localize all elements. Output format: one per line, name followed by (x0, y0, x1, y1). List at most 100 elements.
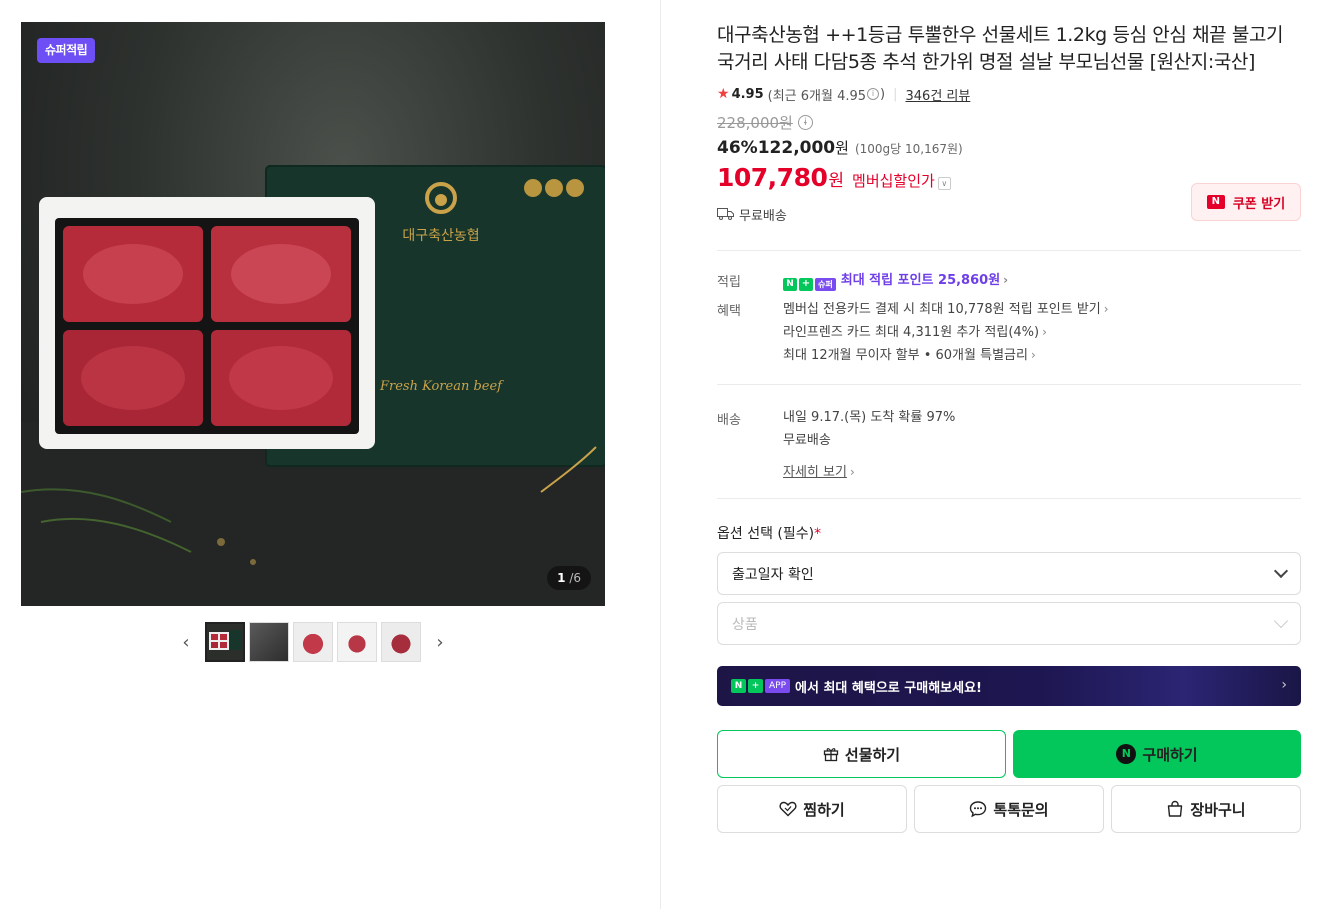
app-promo-banner[interactable]: N + APP 에서 최대 혜택으로 구매해보세요! › (717, 666, 1301, 706)
chevron-right-icon: › (849, 465, 855, 479)
heart-icon (779, 801, 797, 817)
delivery-detail-link[interactable]: 자세히 보기 (783, 465, 847, 480)
perk-item[interactable]: 멤버십 전용카드 결제 시 최대 10,778원 적립 포인트 받기 › (783, 300, 1301, 323)
wish-label: 찜하기 (803, 800, 845, 819)
review-count-link[interactable]: 346건 리뷰 (906, 85, 971, 104)
image-counter-total: /6 (569, 571, 581, 585)
thumbnail-2[interactable] (249, 622, 289, 662)
original-price-row: 228,000원 i (717, 112, 1301, 132)
box-brand-text: 대구축산농협 (402, 228, 479, 244)
divider (717, 250, 1301, 251)
image-counter: 1 /6 (547, 566, 591, 590)
app-banner-text: 에서 최대 혜택으로 구매해보세요! (795, 680, 982, 696)
original-price: 228,000원 (717, 113, 793, 132)
main-product-image[interactable]: 대구축산농협 Fresh Korean beef 슈퍼적립 1 /6 (21, 22, 605, 606)
primary-actions: 선물하기 N 구매하기 (717, 730, 1301, 778)
member-price: 107,780 (717, 163, 828, 192)
unit-price: (100g당 10,167원) (854, 142, 963, 156)
star-icon: ★ (717, 86, 730, 102)
rating-score: 4.95 (731, 86, 764, 102)
info-icon[interactable]: i (867, 88, 880, 100)
discount-rate: 46% (717, 138, 758, 158)
rating-row: ★ 4.95 (최근 6개월 4.95 i ) | 346건 리뷰 (717, 84, 1301, 104)
super-points-badge: 슈퍼적립 (37, 38, 96, 63)
thumbnail-1-image (209, 630, 242, 650)
buy-button[interactable]: N 구매하기 (1013, 730, 1301, 778)
chevron-down-icon[interactable]: ∨ (937, 177, 951, 190)
delivery-fee: 무료배송 (783, 433, 831, 448)
perk-text: 라인프렌즈 카드 최대 4,311원 추가 적립(4%) (783, 325, 1040, 340)
required-mark: * (814, 526, 822, 542)
thumbs-prev-button[interactable]: ‹ (171, 622, 201, 662)
plus-badge: + (748, 679, 763, 693)
chevron-down-icon (1273, 613, 1289, 628)
naver-pay-icon: N (1116, 744, 1137, 764)
release-date-select[interactable]: 출고일자 확인 (717, 552, 1301, 595)
gift-set-photo: 대구축산농협 Fresh Korean beef (21, 165, 605, 606)
product-select-placeholder: 상품 (732, 616, 758, 633)
chevron-down-icon (1273, 563, 1289, 578)
points-text: 최대 적립 포인트 25,860원 (840, 273, 1001, 288)
price-info-icon[interactable]: i (797, 114, 813, 130)
talk-label: 톡톡문의 (993, 800, 1049, 819)
product-gallery: 대구축산농협 Fresh Korean beef 슈퍼적립 1 /6 ‹ › (21, 22, 605, 662)
secondary-actions: 찜하기 톡톡문의 장바구니 (717, 785, 1301, 833)
app-badge: APP (765, 679, 791, 693)
points-link[interactable]: N + 슈퍼 최대 적립 포인트 25,860원 › (783, 271, 1301, 294)
delivery-arrival: 내일 9.17.(목) 도착 확률 97% (783, 410, 956, 425)
wish-button[interactable]: 찜하기 (717, 785, 907, 833)
member-price-label: 멤버십할인가 (852, 172, 935, 190)
sale-price-row: 46% 122,000 원 (100g당 10,167원) (717, 137, 1301, 159)
thumbnail-4[interactable] (337, 622, 377, 662)
recent-rating: (최근 6개월 4.95 (767, 88, 867, 104)
product-select[interactable]: 상품 (717, 602, 1301, 645)
separator: | (893, 86, 898, 102)
cart-button[interactable]: 장바구니 (1111, 785, 1301, 833)
gift-label: 선물하기 (844, 745, 901, 764)
perks-section: 혜택 멤버십 전용카드 결제 시 최대 10,778원 적립 포인트 받기 › 라… (717, 300, 1301, 369)
thumbnail-strip: ‹ › (21, 622, 605, 662)
buy-label: 구매하기 (1142, 745, 1198, 764)
coupon-button[interactable]: N 쿠폰 받기 (1191, 183, 1301, 221)
perk-text: 최대 12개월 무이자 할부 • 60개월 특별금리 (783, 348, 1028, 363)
sale-price: 122,000 (757, 138, 836, 158)
perks-label: 혜택 (717, 304, 741, 319)
plus-badge: + (799, 278, 813, 291)
perk-item[interactable]: 최대 12개월 무이자 할부 • 60개월 특별금리 › (783, 346, 1301, 369)
naver-plus-super-badge: N + 슈퍼 (783, 278, 836, 291)
chevron-right-icon: › (436, 631, 444, 653)
talk-inquiry-button[interactable]: 톡톡문의 (914, 785, 1104, 833)
truck-icon (717, 208, 734, 220)
shipping-text: 무료배송 (739, 208, 787, 224)
perk-text: 멤버십 전용카드 결제 시 최대 10,778원 적립 포인트 받기 (783, 302, 1101, 317)
perk-item[interactable]: 라인프렌즈 카드 최대 4,311원 추가 적립(4%) › (783, 323, 1301, 346)
box-script-text: Fresh Korean beef (379, 379, 504, 394)
thumbs-next-button[interactable]: › (425, 622, 455, 662)
divider (717, 498, 1301, 499)
recent-rating-close: ) (880, 86, 886, 102)
naver-n-icon: N (1206, 195, 1225, 209)
thumbnail-5[interactable] (381, 622, 421, 662)
divider (717, 384, 1301, 385)
option-label: 옵션 선택 (필수) (717, 526, 815, 542)
option-label-row: 옵션 선택 (필수)* (717, 523, 1301, 543)
naver-n-badge: N (731, 679, 746, 693)
coupon-label: 쿠폰 받기 (1232, 196, 1286, 212)
release-date-select-value: 출고일자 확인 (732, 566, 814, 583)
column-divider (660, 0, 661, 909)
chevron-right-icon: › (1003, 273, 1009, 287)
product-title: 대구축산농협 ++1등급 투뿔한우 선물세트 1.2kg 등심 안심 채끝 불고… (717, 24, 1284, 73)
thumbnail-1[interactable] (205, 622, 245, 662)
gift-button[interactable]: 선물하기 (717, 730, 1006, 778)
chevron-right-icon: › (1030, 348, 1036, 362)
product-info: 대구축산농협 ++1등급 투뿔한우 선물세트 1.2kg 등심 안심 채끝 불고… (717, 22, 1301, 833)
naver-n-badge: N (783, 278, 797, 291)
shopping-bag-icon (1168, 800, 1183, 817)
thumbnail-3[interactable] (293, 622, 333, 662)
sale-price-currency: 원 (835, 139, 849, 157)
chat-bubble-icon (970, 801, 987, 818)
chevron-left-icon: ‹ (182, 631, 190, 653)
chevron-right-icon: › (1042, 325, 1047, 339)
chevron-right-icon: › (1103, 302, 1109, 316)
points-section: 적립 N + 슈퍼 최대 적립 포인트 25,860원 › (717, 271, 1301, 294)
